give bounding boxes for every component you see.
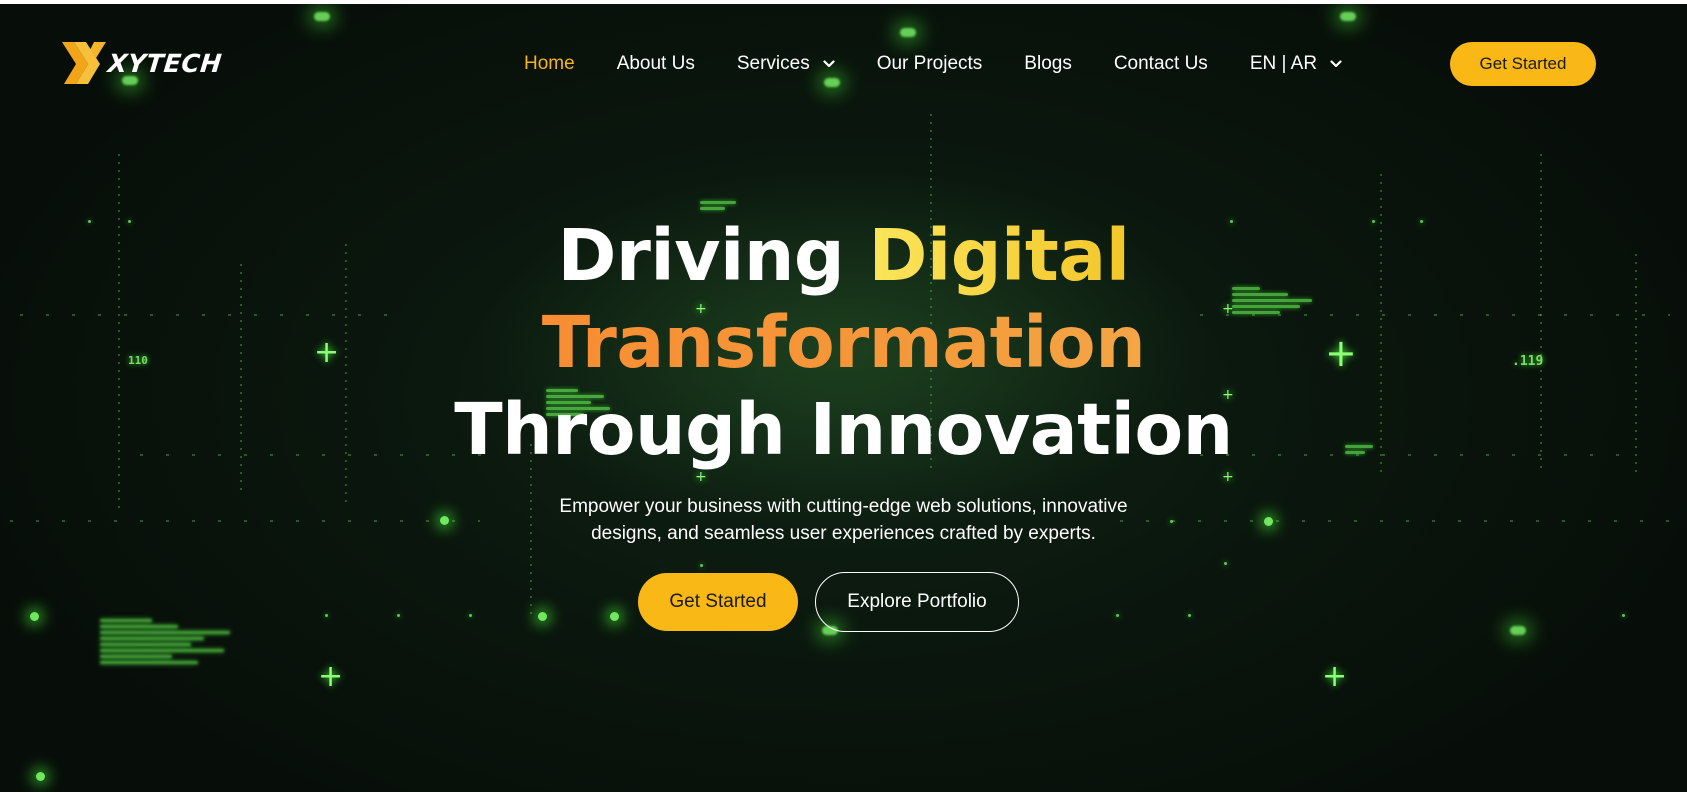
- subtitle-line-2: designs, and seamless user experiences c…: [591, 523, 1096, 544]
- glow-particle: [1510, 626, 1526, 635]
- headline-line-3: Through Innovation: [454, 388, 1233, 471]
- hero-headline: Driving Digital Transformation Through I…: [0, 212, 1687, 473]
- glow-particle: [1340, 12, 1356, 21]
- particle: [325, 614, 328, 617]
- particle: [1622, 614, 1625, 617]
- headline-line-1: Driving Digital: [0, 212, 1687, 299]
- glow-particle: [610, 612, 619, 621]
- hero-section: + + + + + + + + + 110 .119 XY: [0, 4, 1687, 792]
- glow-particle: [900, 28, 916, 37]
- nav-item-label: Home: [524, 53, 575, 74]
- nav-item-label: Contact Us: [1113, 53, 1208, 74]
- headline-text-yellow: Digital: [868, 214, 1130, 297]
- plus-sparkle-icon: +: [1322, 659, 1348, 694]
- plus-sparkle-icon: +: [318, 659, 344, 694]
- nav-item-our-projects[interactable]: Our Projects: [877, 53, 983, 75]
- particle: [469, 614, 472, 617]
- nav-item-label: Our Projects: [876, 53, 983, 74]
- language-switcher[interactable]: EN | AR: [1250, 53, 1342, 75]
- nav-item-label: Services: [736, 53, 810, 74]
- nav-item-contact-us[interactable]: Contact Us: [1114, 53, 1208, 75]
- hero-subtitle: Empower your business with cutting-edge …: [0, 493, 1687, 547]
- nav-item-blogs[interactable]: Blogs: [1024, 53, 1072, 75]
- chevron-down-icon: [1330, 60, 1342, 68]
- header-get-started-button[interactable]: Get Started: [1450, 42, 1596, 86]
- glow-particle: [30, 612, 39, 621]
- glow-particle: [314, 12, 330, 21]
- xy-logo-icon: [62, 42, 106, 84]
- glow-particle: [538, 612, 547, 621]
- particle: [397, 614, 400, 617]
- glow-particle: [824, 78, 840, 87]
- chevron-down-icon: [823, 60, 835, 68]
- nav-item-about-us[interactable]: About Us: [617, 53, 695, 75]
- subtitle-line-1: Empower your business with cutting-edge …: [559, 496, 1128, 517]
- code-snippet-decoration: [100, 616, 230, 667]
- headline-text-white: Driving: [557, 214, 869, 297]
- nav-item-services[interactable]: Services: [737, 53, 835, 75]
- explore-portfolio-button[interactable]: Explore Portfolio: [815, 572, 1019, 632]
- code-snippet-decoration: [700, 198, 736, 213]
- particle: [700, 564, 703, 567]
- headline-line-2: Transformation: [0, 299, 1687, 386]
- nav-item-home[interactable]: Home: [524, 53, 575, 75]
- particle: [1116, 614, 1119, 617]
- particle: [1188, 614, 1191, 617]
- particle: [1224, 562, 1227, 565]
- language-label: EN | AR: [1249, 53, 1318, 74]
- brand-name: XYTECH: [106, 48, 224, 78]
- nav-item-label: About Us: [616, 53, 695, 74]
- brand-logo[interactable]: XYTECH: [60, 40, 224, 86]
- nav-item-label: Blogs: [1024, 53, 1072, 74]
- hero-get-started-button[interactable]: Get Started: [638, 573, 798, 631]
- glow-particle: [36, 772, 45, 781]
- main-nav: Home About Us Services Our Projects Blog…: [524, 50, 1342, 78]
